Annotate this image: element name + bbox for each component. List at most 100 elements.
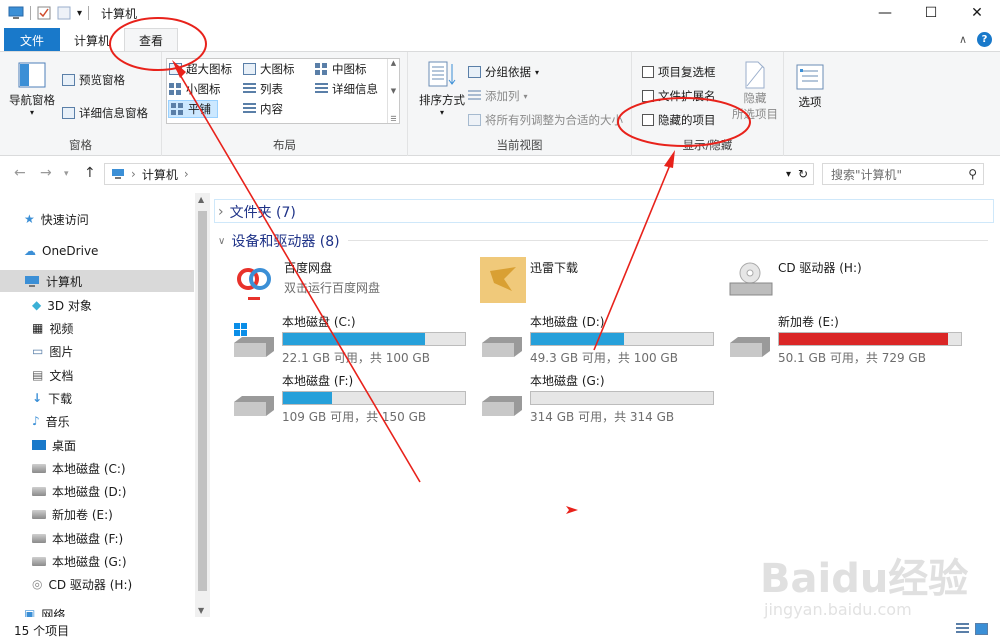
details-pane-button[interactable]: 详细信息窗格 [62, 105, 148, 121]
nav-item-label: 桌面 [52, 438, 77, 453]
layout-content[interactable]: 内容 [243, 101, 283, 117]
breadcrumb-separator-icon[interactable]: › [131, 167, 136, 181]
sort-by-button[interactable]: 排序方式 ▾ [414, 60, 470, 117]
nav-item-computer[interactable]: 计算机 [0, 270, 194, 292]
nav-scrollbar[interactable]: ▲ ▼ [195, 193, 210, 617]
layout-tiles[interactable]: 平铺 [168, 100, 218, 118]
hidden-items-option[interactable]: 隐藏的项目 [642, 112, 716, 128]
maximize-button[interactable]: ☐ [908, 0, 954, 26]
layout-details[interactable]: 详细信息 [315, 81, 378, 97]
nav-item-label: 网络 [41, 607, 66, 618]
details-view-icon[interactable] [956, 623, 969, 635]
address-bar-row: ← → ▾ ↑ › 计算机 › ▾ ↻ 搜索"计算机" ⚲ [0, 161, 1000, 187]
tile-drive-e[interactable]: 新加卷 (E:) 50.1 GB 可用，共 729 GB [726, 311, 966, 365]
nav-item-drive-f[interactable]: 本地磁盘 (F:) [32, 527, 210, 549]
devices-group-header[interactable]: ∨ 设备和驱动器 (8) [218, 231, 988, 251]
forward-icon[interactable]: → [40, 165, 52, 181]
options-button[interactable]: 选项 [790, 64, 830, 110]
breadcrumb-separator-icon[interactable]: › [184, 167, 189, 181]
folders-group-header[interactable]: › 文件夹 (7) [218, 202, 296, 222]
back-icon[interactable]: ← [14, 165, 26, 181]
file-extensions-option[interactable]: 文件扩展名 [642, 88, 716, 104]
item-checkboxes-option[interactable]: 项目复选框 [642, 64, 716, 80]
layout-medium-icons[interactable]: 中图标 [315, 61, 367, 77]
more-layouts-icon[interactable]: ☰ [390, 115, 396, 123]
selected-items-label: 所选项目 [732, 107, 778, 121]
drive-usage-bar [530, 391, 714, 405]
file-extensions-checkbox[interactable] [642, 90, 654, 102]
details-icon [315, 83, 328, 95]
layout-extra-large-icons[interactable]: 超大图标 [169, 61, 232, 77]
tile-drive-f[interactable]: 本地磁盘 (F:) 109 GB 可用，共 150 GB [230, 370, 470, 424]
minimize-button[interactable]: — [862, 0, 908, 26]
nav-item-drive-e[interactable]: 新加卷 (E:) [32, 503, 210, 525]
tile-drive-c[interactable]: 本地磁盘 (C:) 22.1 GB 可用，共 100 GB [230, 311, 470, 365]
customize-quick-access-icon[interactable]: ▾ [77, 8, 82, 19]
search-icon[interactable]: ⚲ [968, 167, 977, 181]
layout-label: 详细信息 [332, 82, 378, 96]
nav-item-network[interactable]: ▣ 网络 [24, 603, 210, 617]
collapse-ribbon-icon[interactable]: ∧ [959, 33, 967, 46]
tile-drive-g[interactable]: 本地磁盘 (G:) 314 GB 可用，共 314 GB [478, 370, 718, 424]
tab-view[interactable]: 查看 [124, 28, 179, 52]
nav-item-downloads[interactable]: ↓ 下载 [32, 387, 210, 409]
up-icon[interactable]: ↑ [84, 165, 96, 181]
nav-item-drive-c[interactable]: 本地磁盘 (C:) [32, 457, 210, 479]
nav-item-videos[interactable]: ▦ 视频 [32, 317, 210, 339]
nav-pane-button[interactable]: 导航窗格 ▾ [6, 62, 58, 117]
nav-item-music[interactable]: ♪ 音乐 [32, 410, 210, 432]
layout-small-icons[interactable]: 小图标 [169, 81, 221, 97]
nav-item-drive-g[interactable]: 本地磁盘 (G:) [32, 550, 210, 572]
nav-item-drive-h[interactable]: ◎ CD 驱动器 (H:) [32, 573, 210, 595]
nav-item-desktop[interactable]: 桌面 [32, 434, 210, 456]
scroll-down-icon[interactable]: ▼ [198, 606, 204, 615]
breadcrumb-computer[interactable]: 计算机 [142, 166, 178, 183]
nav-item-onedrive[interactable]: ☁ OneDrive [24, 240, 210, 262]
nav-item-documents[interactable]: ▤ 文档 [32, 364, 210, 386]
preview-pane-button[interactable]: 预览窗格 [62, 72, 125, 88]
scroll-down-icon[interactable]: ▼ [391, 87, 396, 95]
recent-locations-icon[interactable]: ▾ [64, 169, 69, 179]
refresh-icon[interactable]: ↻ [798, 167, 808, 181]
help-icon[interactable]: ? [977, 32, 992, 47]
add-columns-button[interactable]: 添加列 ▾ [468, 88, 528, 104]
tab-file[interactable]: 文件 [4, 28, 61, 52]
layout-label: 超大图标 [186, 62, 232, 76]
group-label-layout: 布局 [273, 138, 296, 152]
tile-cd-drive[interactable]: CD 驱动器 (H:) [726, 257, 966, 309]
layout-gallery-scroll[interactable]: ▲ ▼ ☰ [387, 59, 399, 123]
drive-name: 本地磁盘 (F:) [282, 374, 354, 388]
nav-item-quick-access[interactable]: ★ 快速访问 [24, 208, 210, 230]
hidden-items-checkbox[interactable] [642, 114, 654, 126]
close-button[interactable]: ✕ [954, 0, 1000, 26]
layout-large-icons[interactable]: 大图标 [243, 61, 295, 77]
folders-group-box[interactable] [214, 199, 994, 223]
drive-usage-bar [282, 391, 466, 405]
preview-pane-label: 预览窗格 [79, 73, 125, 87]
nav-item-pictures[interactable]: ▭ 图片 [32, 340, 210, 362]
address-bar[interactable]: › 计算机 › ▾ ↻ [104, 163, 814, 185]
scroll-thumb[interactable] [198, 211, 207, 591]
scroll-up-icon[interactable]: ▲ [198, 195, 204, 204]
tile-drive-d[interactable]: 本地磁盘 (D:) 49.3 GB 可用，共 100 GB [478, 311, 718, 365]
group-by-button[interactable]: 分组依据 ▾ [468, 64, 539, 80]
properties-icon[interactable] [37, 6, 51, 20]
new-folder-icon[interactable] [57, 6, 71, 20]
nav-item-3d-objects[interactable]: ◆ 3D 对象 [32, 294, 210, 316]
search-input[interactable]: 搜索"计算机" ⚲ [822, 163, 984, 185]
tile-baidu-netdisk[interactable]: 百度网盘 双击运行百度网盘 [230, 257, 470, 309]
tab-computer[interactable]: 计算机 [60, 28, 124, 52]
hide-selected-button[interactable]: 隐藏 所选项目 [730, 60, 780, 122]
nav-item-drive-d[interactable]: 本地磁盘 (D:) [32, 480, 210, 502]
nav-item-label: 3D 对象 [47, 298, 92, 313]
hard-drive-icon [730, 337, 770, 357]
size-all-columns-button[interactable]: 将所有列调整为合适的大小 [468, 112, 623, 128]
chevron-down-icon: ▾ [29, 108, 34, 117]
large-icons-view-icon[interactable] [975, 623, 988, 635]
address-dropdown-icon[interactable]: ▾ [786, 169, 791, 180]
scroll-up-icon[interactable]: ▲ [391, 59, 396, 67]
tile-xunlei[interactable]: 迅雷下载 [478, 257, 718, 309]
item-checkboxes-checkbox[interactable] [642, 66, 654, 78]
drive-free-space: 314 GB 可用，共 314 GB [530, 410, 675, 424]
layout-list[interactable]: 列表 [243, 81, 283, 97]
